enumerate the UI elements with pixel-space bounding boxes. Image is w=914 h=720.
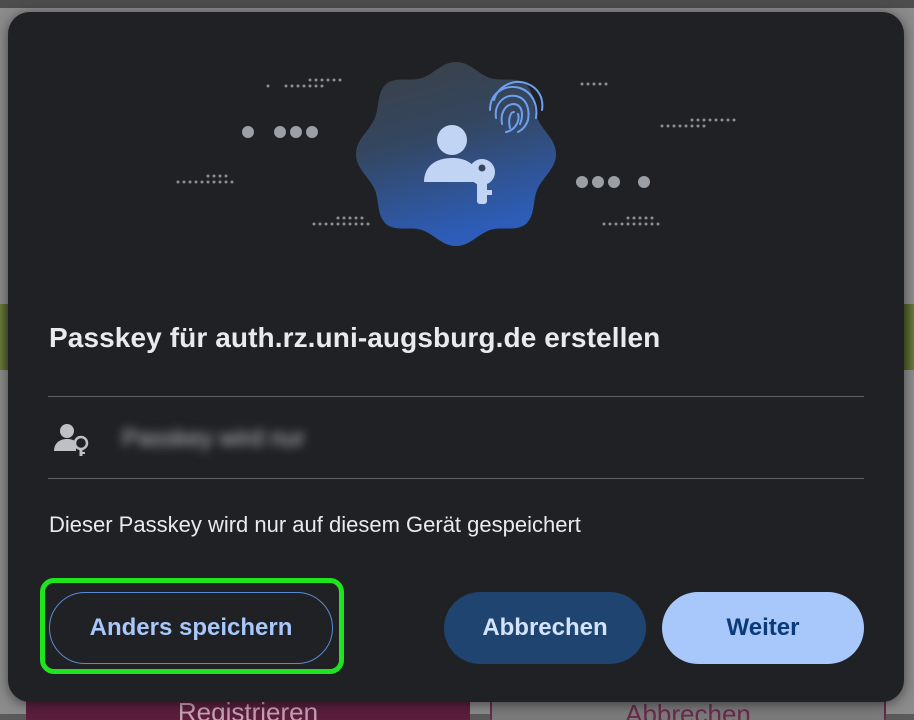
save-another-way-button[interactable]: Anders speichern [49,592,333,664]
person-key-icon [52,419,92,459]
browser-top-strip [0,0,914,8]
passkey-dialog: Passkey für auth.rz.uni-augsburg.de erst… [8,12,904,702]
cancel-button[interactable]: Abbrechen [444,592,646,664]
account-row: Passkey wird nur [48,410,864,468]
continue-button[interactable]: Weiter [662,592,864,664]
background-image-right [904,304,914,370]
dialog-title: Passkey für auth.rz.uni-augsburg.de erst… [49,322,661,353]
passkey-fingerprint-badge-icon [176,62,736,246]
info-text: Dieser Passkey wird nur auf diesem Gerät… [49,512,581,537]
divider-bottom [48,478,864,479]
divider-top [48,396,864,397]
account-name: Passkey wird nur [122,425,305,452]
